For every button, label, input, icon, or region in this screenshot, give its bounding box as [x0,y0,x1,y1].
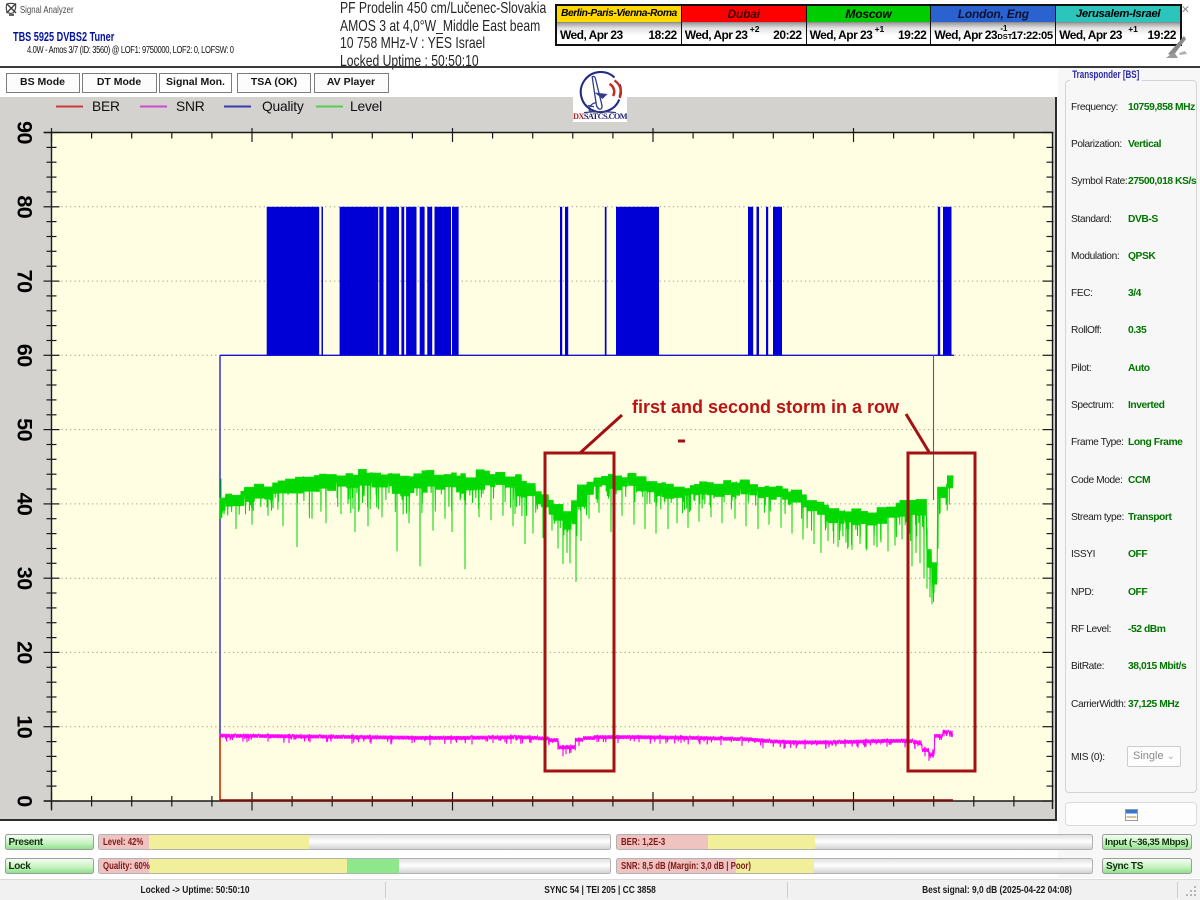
svg-text:90: 90 [13,121,37,144]
svg-text:Quality: Quality [262,99,304,114]
svg-text:70: 70 [13,270,37,293]
svg-text:60: 60 [13,344,37,367]
svg-text:10: 10 [13,715,37,738]
svg-text:first and second storm in a ro: first and second storm in a row [632,397,900,417]
svg-text:20: 20 [13,641,37,664]
svg-text:30: 30 [13,567,37,590]
svg-text:50: 50 [13,418,37,441]
svg-text:0: 0 [13,795,37,807]
svg-text:BER: BER [92,99,120,114]
svg-text:DXSATCS.COM: DXSATCS.COM [573,112,627,121]
svg-text:SNR: SNR [176,99,205,114]
svg-text:Level: Level [350,99,382,114]
svg-text:40: 40 [13,492,37,515]
svg-text:80: 80 [13,195,37,218]
